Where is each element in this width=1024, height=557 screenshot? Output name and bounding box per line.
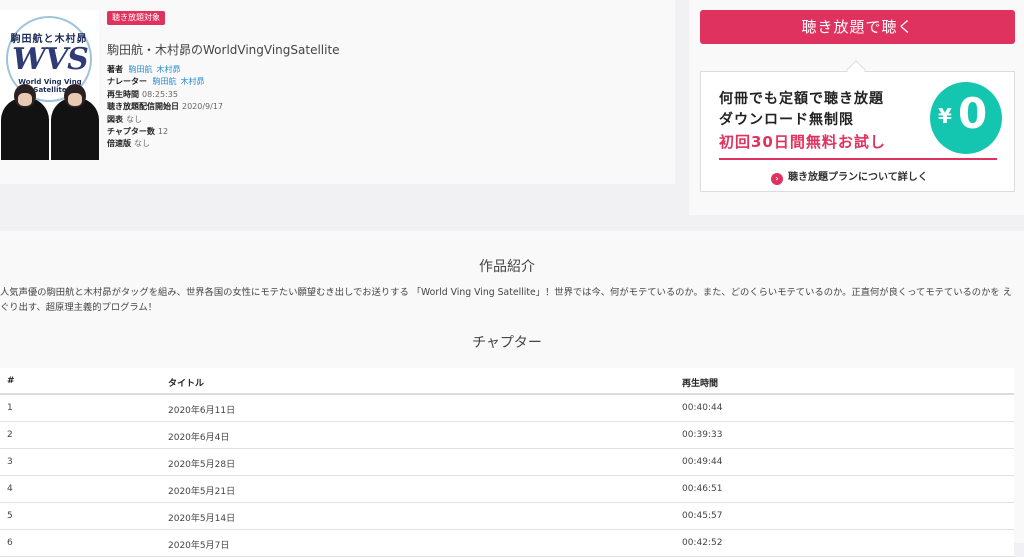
book-info-panel xyxy=(0,0,675,184)
zero-digit: 0 xyxy=(958,89,988,138)
chapter-title: 2020年5月21日 xyxy=(168,487,236,497)
book-cover-image[interactable]: 駒田航と木村昴 WVS World Ving Ving Satellite xyxy=(0,10,99,160)
book-meta: 著者 駒田航 木村昴 ナレーター 駒田航 木村昴 再生時間 08:25:35 聴き放題… xyxy=(107,64,223,151)
table-row[interactable]: 2 2020年6月4日 00:39:33 xyxy=(0,422,1014,449)
meta-chapters-label: チャプター数 xyxy=(107,127,155,137)
meta-chapters: チャプター数 12 xyxy=(107,126,223,138)
meta-speed: 倍速版 なし xyxy=(107,138,223,150)
chapter-duration: 00:45:57 xyxy=(682,511,723,521)
meta-illustration-label: 図表 xyxy=(107,114,123,124)
intro-heading: 作品紹介 xyxy=(479,259,535,275)
chapter-title: 2020年5月14日 xyxy=(168,514,236,524)
promo-line-2: ダウンロード無制限 xyxy=(719,112,854,128)
cover-person-right xyxy=(51,84,99,160)
promo-banner[interactable]: 何冊でも定額で聴き放題 ダウンロード無制限 初回30日間無料お試し ¥ 0 › 聴… xyxy=(700,71,1015,192)
chapter-title: 2020年6月4日 xyxy=(168,433,230,443)
chapter-number: 4 xyxy=(7,484,13,494)
meta-speed-label: 倍速版 xyxy=(107,139,131,149)
meta-start: 聴き放題配信開始日 2020/9/17 xyxy=(107,101,223,113)
intro-text: 人気声優の駒田航と木村昴がタッグを組み、世界各国の女性にモテたい願望むき出しでお… xyxy=(0,287,1012,313)
chapter-duration: 00:46:51 xyxy=(682,484,723,494)
listen-free-badge: 聴き放題対象 xyxy=(107,11,165,25)
table-row[interactable]: 4 2020年5月21日 00:46:51 xyxy=(0,476,1014,503)
meta-author-label: 著者 xyxy=(107,65,123,74)
chapter-number: 2 xyxy=(7,430,13,440)
table-row[interactable]: 6 2020年5月7日 00:42:52 xyxy=(0,530,1014,557)
table-row[interactable]: 5 2020年5月14日 00:45:57 xyxy=(0,503,1014,530)
meta-duration-label: 再生時間 xyxy=(107,89,139,99)
yen-sign: ¥ xyxy=(938,104,952,128)
cover-person-left xyxy=(1,84,49,160)
meta-speed-value: なし xyxy=(134,139,150,149)
meta-chapters-value: 12 xyxy=(157,127,169,137)
table-row[interactable]: 3 2020年5月28日 00:49:44 xyxy=(0,449,1014,476)
listen-unlimited-button[interactable]: 聴き放題で聴く xyxy=(700,10,1015,44)
chapter-duration: 00:49:44 xyxy=(682,457,723,467)
meta-illustration-value: なし xyxy=(126,114,142,124)
author-link[interactable]: 木村昴 xyxy=(157,65,181,74)
promo-line-3: 初回30日間無料お試し xyxy=(719,133,886,151)
plan-details-link[interactable]: › 聴き放題プランについて詳しく xyxy=(771,168,928,185)
book-title: 駒田航・木村昴のWorldVingVingSatellite xyxy=(107,43,340,57)
table-header: # タイトル 再生時間 xyxy=(0,368,1014,395)
column-header-number: # xyxy=(7,376,15,386)
chapter-title: 2020年6月11日 xyxy=(168,406,236,416)
table-row[interactable]: 1 2020年6月11日 00:40:44 xyxy=(0,395,1014,422)
narrator-link[interactable]: 駒田航 xyxy=(153,77,177,86)
chapter-duration: 00:42:52 xyxy=(682,538,723,548)
author-link[interactable]: 駒田航 xyxy=(129,65,153,74)
chapter-duration: 00:40:44 xyxy=(682,403,723,413)
meta-duration: 再生時間 08:25:35 xyxy=(107,89,223,101)
promo-underline xyxy=(719,158,997,160)
chapter-number: 1 xyxy=(7,403,13,413)
column-header-title: タイトル xyxy=(168,379,205,389)
chapter-number: 6 xyxy=(7,538,13,548)
chapter-number: 3 xyxy=(7,457,13,467)
meta-narrator-label: ナレーター xyxy=(107,77,147,87)
plan-details-label: 聴き放題プランについて詳しく xyxy=(788,172,928,183)
meta-start-label: 聴き放題配信開始日 xyxy=(107,102,179,112)
chevron-right-icon: › xyxy=(771,173,783,185)
cover-logo: WVS xyxy=(12,42,89,77)
meta-duration-value: 08:25:35 xyxy=(142,89,178,99)
meta-author: 著者 駒田航 木村昴 xyxy=(107,64,223,76)
chapter-table: # タイトル 再生時間 1 2020年6月11日 00:40:44 2 2020… xyxy=(0,368,1014,557)
meta-illustration: 図表 なし xyxy=(107,114,223,126)
chapter-number: 5 xyxy=(7,511,13,521)
promo-line-1: 何冊でも定額で聴き放題 xyxy=(719,91,884,107)
meta-narrator: ナレーター 駒田航 木村昴 xyxy=(107,76,223,88)
zero-yen-circle: ¥ 0 xyxy=(930,82,1002,154)
chapter-title: 2020年5月28日 xyxy=(168,460,236,470)
chapter-title: 2020年5月7日 xyxy=(168,541,230,551)
chapter-duration: 00:39:33 xyxy=(682,430,723,440)
narrator-link[interactable]: 木村昴 xyxy=(181,77,205,86)
meta-start-value: 2020/9/17 xyxy=(182,102,224,112)
chapters-heading: チャプター xyxy=(472,335,542,351)
column-header-duration: 再生時間 xyxy=(682,379,719,389)
